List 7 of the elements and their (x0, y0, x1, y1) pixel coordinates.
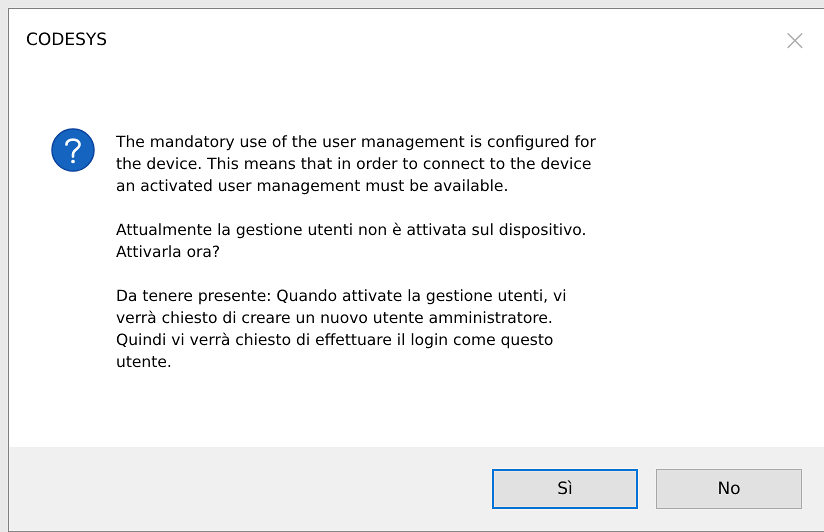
no-button[interactable]: No (656, 469, 802, 509)
question-icon (50, 127, 96, 173)
window-title: CODESYS (26, 30, 108, 50)
message-text: The mandatory use of the user management is configured for the device. This means that in order to connect to the device an activated user management must be available. (116, 132, 596, 197)
message-text: Attualmente la gestione utenti non è attivata sul dispositivo. Attivarla ora? (116, 220, 588, 263)
yes-button[interactable]: Sì (492, 469, 638, 509)
message-text: Da tenere presente: Quando attivate la gestione utenti, vi verrà chiesto di creare un nuovo utente amministratore. Quindi vi verrà chiesto di effettuare il login come questo utente. (116, 286, 568, 373)
